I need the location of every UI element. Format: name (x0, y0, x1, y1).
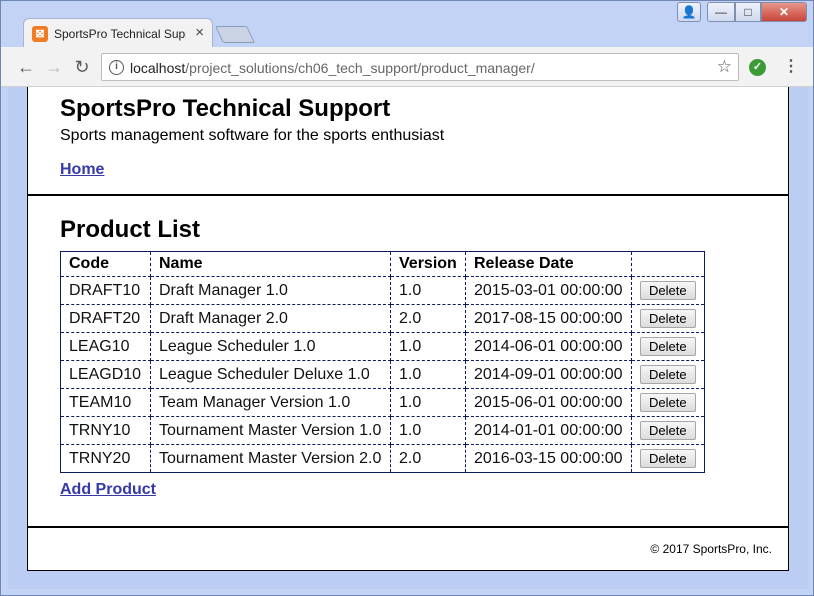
action-cell: Delete (631, 388, 705, 417)
action-cell: Delete (631, 444, 705, 473)
product-name: Draft Manager 2.0 (150, 304, 391, 333)
page-viewport: SportsPro Technical Support Sports manag… (8, 87, 808, 589)
browser-window: ⊠ SportsPro Technical Support × 👤 — □ ✕ … (0, 0, 814, 596)
bookmark-star-icon[interactable]: ☆ (717, 57, 732, 77)
action-cell: Delete (631, 360, 705, 389)
table-row: LEAG10 League Scheduler 1.0 1.0 2014-06-… (60, 332, 705, 361)
product-version: 2.0 (390, 304, 466, 333)
copyright-text: © 2017 SportsPro, Inc. (650, 542, 772, 556)
product-code: TRNY20 (60, 444, 151, 473)
product-version: 2.0 (390, 444, 466, 473)
add-product-link[interactable]: Add Product (60, 481, 156, 499)
product-code: LEAGD10 (60, 360, 151, 389)
url-path: /project_solutions/ch06_tech_support/pro… (185, 60, 535, 76)
extension-check-icon[interactable]: ✓ (749, 59, 766, 76)
site-header: SportsPro Technical Support Sports manag… (28, 87, 788, 196)
info-icon[interactable]: i (109, 60, 124, 75)
page-title: Product List (60, 216, 201, 243)
product-version: 1.0 (390, 388, 466, 417)
address-bar[interactable]: i localhost/project_solutions/ch06_tech_… (101, 53, 739, 81)
product-name: Team Manager Version 1.0 (150, 388, 391, 417)
action-cell: Delete (631, 276, 705, 305)
product-name: League Scheduler 1.0 (150, 332, 391, 361)
product-code: DRAFT10 (60, 276, 151, 305)
delete-button[interactable]: Delete (640, 365, 696, 384)
product-version: 1.0 (390, 332, 466, 361)
product-code: TRNY10 (60, 416, 151, 445)
table-row: LEAGD10 League Scheduler Deluxe 1.0 1.0 … (60, 360, 705, 389)
product-code: TEAM10 (60, 388, 151, 417)
product-name: League Scheduler Deluxe 1.0 (150, 360, 391, 389)
product-table: Code Name Version Release Date DRAFT10 D… (60, 251, 705, 473)
product-name: Draft Manager 1.0 (150, 276, 391, 305)
url-host: localhost (130, 60, 186, 76)
column-header-version: Version (390, 251, 466, 277)
maximize-button[interactable]: □ (735, 2, 761, 22)
product-release-date: 2015-06-01 00:00:00 (465, 388, 632, 417)
delete-button[interactable]: Delete (640, 393, 696, 412)
table-header-row: Code Name Version Release Date (60, 251, 705, 277)
home-link[interactable]: Home (60, 161, 104, 179)
delete-button[interactable]: Delete (640, 281, 696, 300)
table-row: TRNY20 Tournament Master Version 2.0 2.0… (60, 444, 705, 473)
product-release-date: 2015-03-01 00:00:00 (465, 276, 632, 305)
table-row: TRNY10 Tournament Master Version 1.0 1.0… (60, 416, 705, 445)
delete-button[interactable]: Delete (640, 309, 696, 328)
product-release-date: 2014-01-01 00:00:00 (465, 416, 632, 445)
table-row: TEAM10 Team Manager Version 1.0 1.0 2015… (60, 388, 705, 417)
browser-toolbar: ← → ↻ i localhost/project_solutions/ch06… (1, 47, 813, 87)
column-header-name: Name (150, 251, 391, 277)
site-tagline: Sports management software for the sport… (60, 127, 445, 144)
product-version: 1.0 (390, 276, 466, 305)
column-header-action (631, 251, 705, 277)
action-cell: Delete (631, 332, 705, 361)
table-row: DRAFT20 Draft Manager 2.0 2.0 2017-08-15… (60, 304, 705, 333)
close-window-button[interactable]: ✕ (761, 2, 807, 22)
product-version: 1.0 (390, 416, 466, 445)
delete-button[interactable]: Delete (640, 449, 696, 468)
product-release-date: 2017-08-15 00:00:00 (465, 304, 632, 333)
column-header-code: Code (60, 251, 151, 277)
product-code: DRAFT20 (60, 304, 151, 333)
browser-tab[interactable]: ⊠ SportsPro Technical Support × (23, 18, 213, 48)
title-bar: ⊠ SportsPro Technical Support × 👤 — □ ✕ (1, 1, 813, 48)
site-title: SportsPro Technical Support (60, 95, 391, 122)
page-container: SportsPro Technical Support Sports manag… (27, 87, 789, 571)
minimize-button[interactable]: — (707, 2, 735, 22)
url-text[interactable]: localhost/project_solutions/ch06_tech_su… (130, 60, 535, 76)
user-profile-button[interactable]: 👤 (677, 2, 701, 22)
close-tab-icon[interactable]: × (195, 24, 204, 41)
site-footer: © 2017 SportsPro, Inc. (28, 526, 788, 570)
delete-button[interactable]: Delete (640, 421, 696, 440)
product-version: 1.0 (390, 360, 466, 389)
tab-title: SportsPro Technical Support (54, 27, 186, 41)
product-name: Tournament Master Version 2.0 (150, 444, 391, 473)
column-header-release-date: Release Date (465, 251, 632, 277)
browser-menu-icon[interactable]: ⋮ (783, 56, 799, 78)
action-cell: Delete (631, 304, 705, 333)
reload-icon[interactable]: ↻ (71, 56, 93, 78)
product-release-date: 2014-06-01 00:00:00 (465, 332, 632, 361)
product-code: LEAG10 (60, 332, 151, 361)
table-row: DRAFT10 Draft Manager 1.0 1.0 2015-03-01… (60, 276, 705, 305)
delete-button[interactable]: Delete (640, 337, 696, 356)
forward-arrow-icon[interactable]: → (43, 56, 65, 78)
back-arrow-icon[interactable]: ← (15, 56, 37, 78)
product-name: Tournament Master Version 1.0 (150, 416, 391, 445)
action-cell: Delete (631, 416, 705, 445)
product-release-date: 2016-03-15 00:00:00 (465, 444, 632, 473)
product-release-date: 2014-09-01 00:00:00 (465, 360, 632, 389)
xampp-icon: ⊠ (32, 26, 48, 42)
new-tab-button[interactable] (215, 26, 255, 43)
